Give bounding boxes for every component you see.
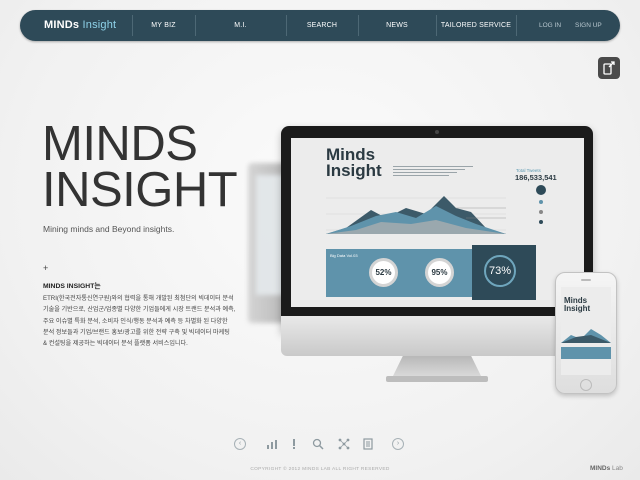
- phone-stats-band: [561, 347, 611, 359]
- phone-speaker: [581, 279, 591, 281]
- screen-stat-value: 186,533,541: [515, 173, 557, 182]
- prev-button[interactable]: ‹: [234, 438, 246, 450]
- hero-title-line2: INSIGHT: [42, 163, 238, 217]
- stat-ring-1-value: 52%: [375, 268, 392, 277]
- hero-title: MINDS INSIGHT: [42, 117, 262, 217]
- stat-ring-3: 73%: [484, 255, 516, 287]
- stat-ring-1: 52%: [369, 258, 398, 287]
- screen-dot: [539, 210, 543, 214]
- screen-dot: [536, 185, 546, 195]
- nav-item-tailored-service[interactable]: TAILORED SERVICE: [436, 10, 516, 41]
- nav-divider: [516, 15, 517, 36]
- stat-ring-2: 95%: [425, 258, 454, 287]
- phone-image: Minds Insight: [555, 272, 617, 394]
- phone-home-button: [580, 379, 592, 391]
- search-icon[interactable]: [312, 438, 324, 450]
- screen-panel-label: Big Data Vol.03: [330, 253, 358, 258]
- network-icon[interactable]: [338, 438, 350, 450]
- hero-title-line1: MINDS: [42, 117, 198, 171]
- share-button[interactable]: [598, 57, 620, 79]
- footer-logo-bold: MINDs: [590, 465, 611, 472]
- screen-dot: [539, 200, 543, 204]
- footer-logo-light: Lab: [610, 465, 623, 472]
- share-icon: [603, 61, 615, 75]
- phone-chart: [561, 329, 611, 343]
- description-title: MINDS INSIGHT는: [43, 283, 101, 290]
- monitor-stand-base: [386, 376, 488, 382]
- screen-title: Minds Insight: [326, 145, 396, 180]
- nav-item-mi[interactable]: M.I.: [195, 10, 286, 41]
- phone-screen: Minds Insight: [561, 287, 611, 375]
- next-button[interactable]: ›: [392, 438, 404, 450]
- alert-icon[interactable]: [288, 438, 300, 450]
- stat-ring-3-value: 73%: [488, 265, 512, 277]
- chart-icon[interactable]: [266, 438, 278, 450]
- nav-item-search[interactable]: SEARCH: [286, 10, 358, 41]
- stat-ring-2-value: 95%: [431, 268, 448, 277]
- footer-copyright: COPYRIGHT © 2012 MINDS LAB ALL RIGHT RES…: [250, 467, 390, 472]
- brand-logo-bold: MINDs: [44, 19, 80, 31]
- screen-dot: [539, 220, 543, 224]
- brand-logo[interactable]: MINDs Insight: [44, 19, 116, 31]
- description-body: ETRI(한국전자통신연구원)와의 협력을 통해 개발된 최첨단의 빅데이터 분…: [43, 295, 236, 348]
- nav-item-news[interactable]: NEWS: [358, 10, 436, 41]
- login-link[interactable]: LOG IN: [539, 10, 561, 41]
- monitor-screen: Minds Insight Total Tweets 186,533,541 B…: [291, 138, 584, 307]
- monitor-chin: [281, 316, 593, 356]
- signup-link[interactable]: SIGN UP: [575, 10, 602, 41]
- top-navbar: MINDs Insight MY BIZ M.I. SEARCH NEWS TA…: [20, 10, 620, 41]
- monitor-camera: [435, 130, 439, 134]
- screen-title-text: Minds Insight: [326, 145, 382, 180]
- brand-logo-light: Insight: [79, 19, 117, 31]
- nav-item-my-biz[interactable]: MY BIZ: [132, 10, 195, 41]
- document-icon[interactable]: [362, 438, 374, 450]
- phone-title: Minds Insight: [564, 296, 591, 313]
- monitor-stand: [392, 356, 482, 378]
- screen-area-chart: [326, 196, 506, 234]
- hero-subtitle: Mining minds and Beyond insights.: [43, 224, 175, 234]
- footer-logo: MINDs Lab: [590, 465, 623, 472]
- plus-icon: +: [43, 263, 49, 273]
- screen-text-lines: [393, 166, 473, 180]
